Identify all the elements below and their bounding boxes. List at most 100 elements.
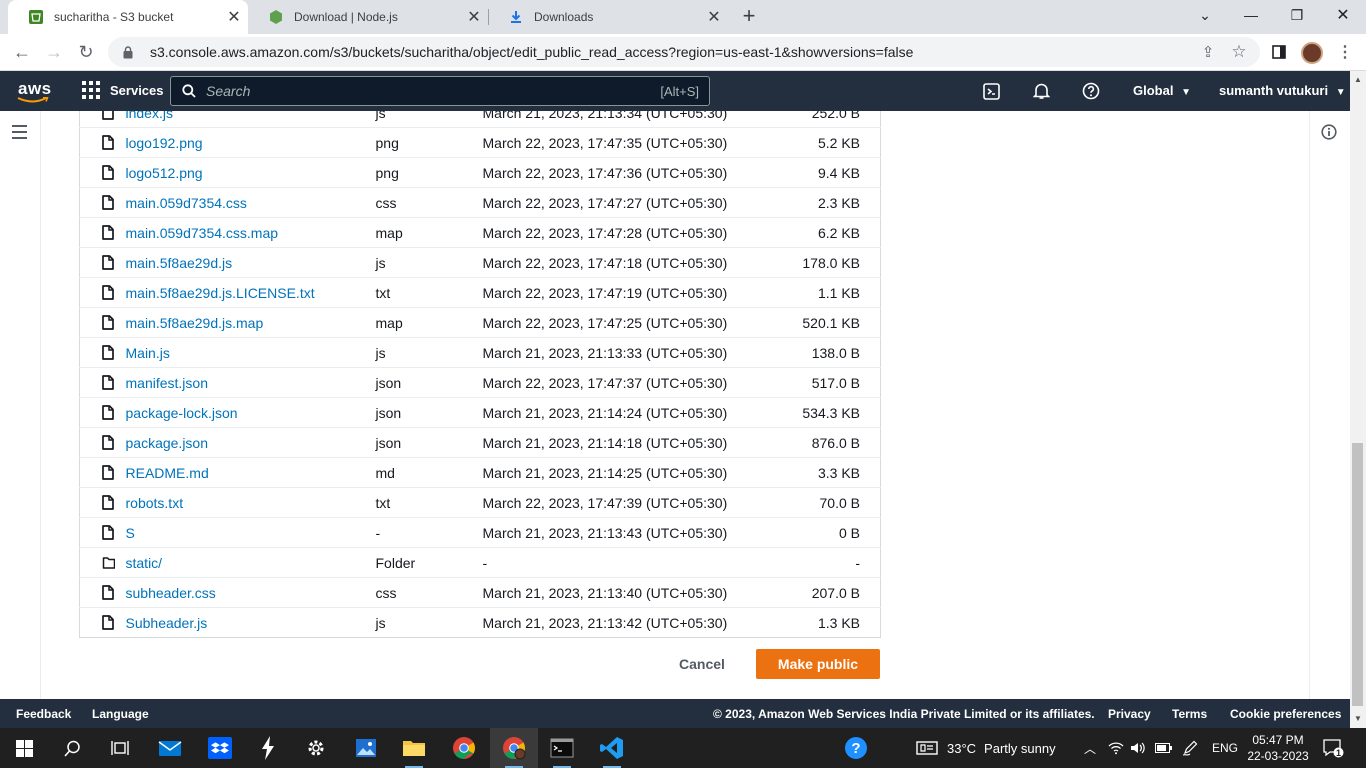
close-tab-icon[interactable]: ✕ [704,7,724,27]
mail-icon[interactable] [146,728,194,768]
settings-gear-icon[interactable] [292,728,340,768]
object-type: png [375,164,399,181]
object-name-link[interactable]: package-lock.json [126,398,376,428]
object-size: 876.0 B [811,434,860,451]
terms-link[interactable]: Terms [1172,707,1207,721]
cookie-preferences-link[interactable]: Cookie preferences [1230,707,1341,721]
side-panel-icon[interactable] [1270,43,1288,61]
object-name-link[interactable]: main.5f8ae29d.js.map [126,308,376,338]
profile-avatar[interactable] [1301,42,1323,64]
cloudshell-icon[interactable] [981,81,1001,101]
object-name-link[interactable]: static/ [126,548,376,578]
volume-icon[interactable] [1130,728,1146,768]
dropbox-icon[interactable] [196,728,244,768]
url-field[interactable]: s3.console.aws.amazon.com/s3/buckets/suc… [108,37,1260,67]
search-box[interactable]: [Alt+S] [170,76,710,106]
bookmark-star-icon[interactable]: ☆ [1230,42,1248,61]
new-tab-button[interactable]: + [736,4,762,30]
region-selector[interactable]: Global ▼ [1133,83,1191,98]
info-panel-icon[interactable] [1321,124,1337,140]
cancel-button[interactable]: Cancel [662,648,742,680]
object-name-link[interactable]: main.059d7354.css.map [126,218,376,248]
show-hidden-icons-icon[interactable]: ︿ [1084,728,1096,768]
table-row: package.json json March 21, 2023, 21:14:18… [79,427,881,458]
photos-icon[interactable] [342,728,390,768]
terminal-icon[interactable] [538,728,586,768]
object-name-link[interactable]: manifest.json [126,368,376,398]
object-size: 178.0 KB [802,254,860,271]
object-size: 534.3 KB [802,404,860,421]
feedback-link[interactable]: Feedback [16,707,71,721]
file-explorer-icon[interactable] [390,728,438,768]
object-name-link[interactable]: Main.js [126,338,376,368]
notification-center-icon[interactable]: 1 [1322,728,1344,768]
divider [1309,111,1310,699]
language-link[interactable]: Language [92,707,149,721]
object-size: 5.2 KB [817,134,860,151]
services-menu-button[interactable]: Services [82,81,164,99]
chrome-profile-icon[interactable] [490,728,538,768]
close-tab-icon[interactable]: ✕ [224,7,244,27]
object-name-link[interactable]: main.059d7354.css [126,188,376,218]
help-icon[interactable] [1081,81,1101,101]
object-type: map [375,224,403,241]
account-menu[interactable]: sumanth vutukuri ▼ [1219,83,1346,98]
vscode-icon[interactable] [588,728,636,768]
tab-search-icon[interactable]: ⌄ [1182,0,1228,30]
object-name-link[interactable]: package.json [126,428,376,458]
file-icon [80,458,126,488]
notifications-bell-icon[interactable] [1031,81,1051,101]
page-scrollbar[interactable]: ▲ ▼ [1350,71,1366,728]
object-name-link[interactable]: subheader.css [126,578,376,608]
object-name-link[interactable]: README.md [126,458,376,488]
object-size: 517.0 B [811,374,860,391]
share-icon[interactable]: ⇪ [1199,43,1217,61]
minimize-icon[interactable]: — [1228,0,1274,30]
search-icon[interactable] [48,728,96,768]
pen-workspace-icon[interactable] [1182,728,1198,768]
tab-nodejs-download[interactable]: Download | Node.js ✕ [248,0,488,34]
reload-icon[interactable]: ↻ [72,38,100,66]
scrollbar-thumb[interactable] [1352,443,1363,706]
tab-s3-bucket[interactable]: sucharitha - S3 bucket ✕ [8,0,248,34]
object-name-link[interactable]: main.5f8ae29d.js [126,248,376,278]
battery-icon[interactable] [1155,728,1172,768]
privacy-link[interactable]: Privacy [1108,707,1151,721]
wifi-icon[interactable] [1108,728,1124,768]
scroll-down-arrow-icon[interactable]: ▼ [1354,714,1362,723]
object-name-link[interactable]: main.5f8ae29d.js.LICENSE.txt [126,278,376,308]
chrome-icon[interactable] [440,728,488,768]
object-name-link[interactable]: Subheader.js [126,608,376,638]
close-window-icon[interactable]: ✕ [1320,0,1366,30]
close-tab-icon[interactable]: ✕ [464,7,484,27]
object-name-link[interactable]: index.js [126,111,376,128]
hamburger-menu-icon[interactable] [12,125,28,139]
object-size: 0 B [838,524,860,541]
windows-start-icon[interactable] [0,728,48,768]
caret-down-icon: ▼ [1181,87,1191,98]
more-menu-icon[interactable]: ⋮ [1336,43,1354,61]
help-app-icon[interactable]: ? [832,728,880,768]
forward-icon[interactable]: → [40,38,68,66]
restore-icon[interactable]: ❐ [1274,0,1320,30]
scroll-up-arrow-icon[interactable]: ▲ [1354,75,1362,84]
task-view-icon[interactable] [96,728,144,768]
object-name-link[interactable]: robots.txt [126,488,376,518]
file-icon [80,248,126,278]
object-last-modified: March 21, 2023, 21:14:25 (UTC+05:30) [482,464,728,481]
weather-widget-icon [916,741,938,755]
search-input[interactable] [206,83,661,99]
object-type: md [375,464,395,481]
make-public-button[interactable]: Make public [756,649,880,679]
aws-logo[interactable]: aws [18,79,52,99]
object-name-link[interactable]: S [126,518,376,548]
weather-widget[interactable]: 33°C Partly sunny [916,728,1056,768]
back-icon[interactable]: ← [8,38,36,66]
tab-downloads[interactable]: Downloads ✕ [488,0,728,34]
table-row: manifest.json json March 22, 2023, 17:47:3… [79,367,881,398]
language-indicator[interactable]: ENG [1212,728,1238,768]
object-name-link[interactable]: logo512.png [126,158,376,188]
clock[interactable]: 05:47 PM 22-03-2023 [1247,728,1308,768]
object-name-link[interactable]: logo192.png [126,128,376,158]
lightning-app-icon[interactable] [244,728,292,768]
